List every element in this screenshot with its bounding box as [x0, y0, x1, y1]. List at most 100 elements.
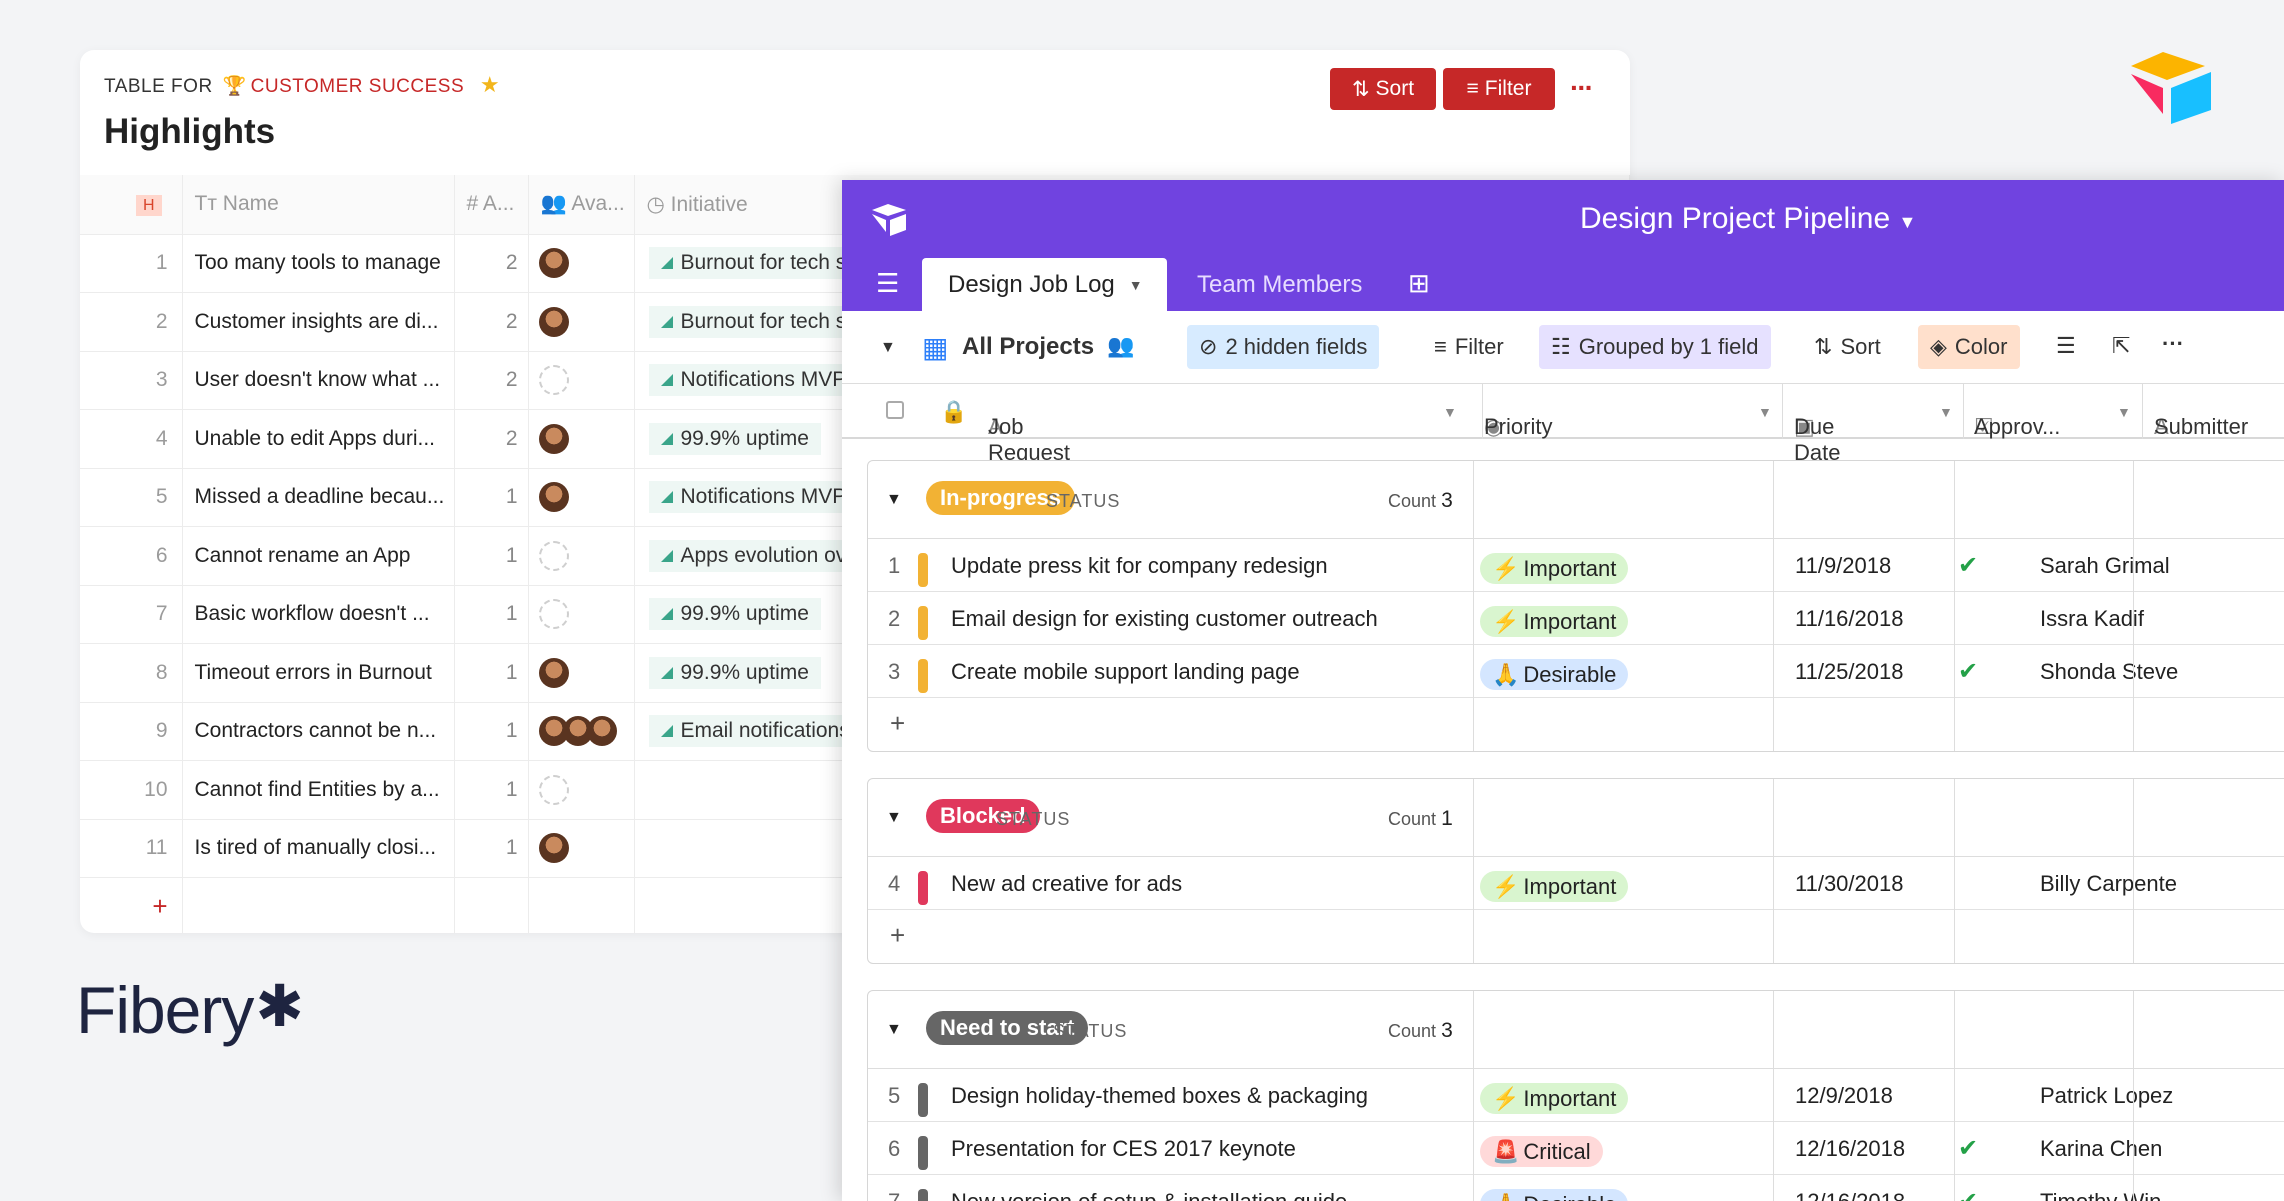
collapse-caret-icon[interactable]: ▼	[886, 491, 902, 509]
job-request-cell[interactable]: Email design for existing customer outre…	[951, 606, 1378, 632]
more-menu-button[interactable]: ···	[1570, 72, 1594, 104]
record-row[interactable]: 1 Update press kit for company redesign ⚡ I…	[868, 539, 2284, 592]
empty-avatar[interactable]	[538, 365, 569, 396]
row-avatars[interactable]	[528, 526, 635, 586]
add-row-button[interactable]: +	[80, 877, 183, 933]
more-options-icon[interactable]: ···	[2162, 331, 2184, 357]
col-header-h[interactable]: H	[80, 175, 183, 235]
color-button[interactable]: ◈ Color	[1918, 325, 2020, 369]
initiative-tag[interactable]: Burnout for tech st	[648, 247, 865, 280]
avatar[interactable]	[538, 248, 569, 279]
sort-button[interactable]: ⇅ Sort	[1330, 68, 1436, 110]
view-caret-icon[interactable]: ▼	[880, 339, 896, 357]
avatar[interactable]	[538, 423, 569, 454]
priority-tag[interactable]: 🙏Desirable	[1480, 1189, 1629, 1201]
row-avatars[interactable]	[528, 585, 635, 644]
row-name[interactable]: Too many tools to manage	[182, 234, 455, 293]
due-date-cell[interactable]: 12/9/2018	[1795, 1083, 1893, 1109]
grouped-button[interactable]: ☷ Grouped by 1 field	[1539, 325, 1771, 369]
row-count[interactable]: 1	[454, 643, 529, 703]
collapse-caret-icon[interactable]: ▼	[886, 1021, 902, 1039]
initiative-tag[interactable]: Email notifications	[648, 715, 862, 748]
record-row[interactable]: 5 Design holiday-themed boxes & packaging…	[868, 1069, 2284, 1122]
job-request-cell[interactable]: Update press kit for company redesign	[951, 553, 1328, 579]
collapse-caret-icon[interactable]: ▼	[886, 809, 902, 827]
avatar[interactable]	[538, 306, 569, 337]
row-count[interactable]: 1	[454, 526, 529, 586]
due-date-cell[interactable]: 11/9/2018	[1795, 553, 1891, 579]
submitter-cell[interactable]: Billy Carpente	[2040, 871, 2177, 897]
sort-button[interactable]: ⇅ Sort	[1802, 325, 1893, 369]
record-row[interactable]: 4 New ad creative for ads ⚡ Important 11/30/…	[868, 857, 2284, 910]
initiative-tag[interactable]: Apps evolution ove	[648, 539, 870, 572]
avatar[interactable]	[538, 833, 569, 864]
record-row[interactable]: 7 New version of setup & installation gui…	[868, 1175, 2284, 1201]
row-name[interactable]: User doesn't know what ...	[182, 351, 455, 410]
row-avatars[interactable]	[528, 468, 635, 527]
submitter-cell[interactable]: Timothy Win	[2040, 1189, 2161, 1201]
due-date-cell[interactable]: 12/16/2018	[1795, 1189, 1905, 1201]
row-name[interactable]: Is tired of manually closi...	[182, 819, 455, 878]
row-name[interactable]: Customer insights are di...	[182, 292, 455, 352]
row-avatars[interactable]	[528, 292, 635, 352]
group-header[interactable]: ▼ Blocked STATUS Count 1	[868, 779, 2284, 857]
hamburger-menu-icon[interactable]: ☰	[876, 268, 899, 299]
row-avatars[interactable]	[528, 409, 635, 469]
filter-button[interactable]: ≡ Filter	[1443, 68, 1555, 110]
select-all-checkbox[interactable]	[886, 401, 904, 419]
submitter-cell[interactable]: Issra Kadif	[2040, 606, 2144, 632]
tab-team-members[interactable]: Team Members	[1197, 258, 1362, 311]
empty-avatar[interactable]	[538, 599, 569, 630]
job-request-cell[interactable]: New ad creative for ads	[951, 871, 1182, 897]
share-view-icon[interactable]: ⇱	[2112, 333, 2130, 359]
record-row[interactable]: 2 Email design for existing customer outr…	[868, 592, 2284, 645]
row-name[interactable]: Unable to edit Apps duri...	[182, 409, 455, 469]
row-count[interactable]: 2	[454, 351, 529, 410]
initiative-tag[interactable]: Notifications MVP	[648, 364, 859, 397]
record-row[interactable]: 3 Create mobile support landing page 🙏 Desi…	[868, 645, 2284, 698]
star-icon[interactable]: ★	[480, 72, 500, 97]
view-name[interactable]: All Projects	[962, 333, 1094, 361]
add-record-icon[interactable]: +	[890, 708, 905, 739]
priority-tag[interactable]: ⚡ Important	[1480, 606, 1629, 637]
row-count[interactable]: 2	[454, 292, 529, 352]
submitter-cell[interactable]: Patrick Lopez	[2040, 1083, 2173, 1109]
due-date-cell[interactable]: 11/30/2018	[1795, 871, 1903, 897]
col-job-caret-icon[interactable]: ▼	[1443, 404, 1457, 420]
col-header-count[interactable]: # A...	[454, 175, 529, 235]
row-count[interactable]: 1	[454, 585, 529, 644]
initiative-tag[interactable]: Burnout for tech st	[648, 305, 865, 338]
job-request-cell[interactable]: Design holiday-themed boxes & packaging	[951, 1083, 1368, 1109]
initiative-tag[interactable]: 99.9% uptime	[648, 598, 821, 631]
priority-tag[interactable]: 🙏Desirable	[1480, 659, 1629, 690]
row-height-icon[interactable]: ☰	[2056, 333, 2076, 359]
initiative-tag[interactable]: 99.9% uptime	[648, 656, 821, 689]
initiative-tag[interactable]: Notifications MVP	[648, 481, 859, 514]
airtable-mark-icon[interactable]	[870, 202, 910, 238]
group-header[interactable]: ▼ In-progress STATUS Count 3	[868, 461, 2284, 539]
row-avatars[interactable]	[528, 234, 635, 293]
col-priority-caret-icon[interactable]: ▼	[1758, 404, 1772, 420]
filter-button[interactable]: ≡ Filter	[1422, 325, 1516, 369]
approved-check-icon[interactable]: ✔	[1958, 551, 1978, 580]
col-due-caret-icon[interactable]: ▼	[1939, 404, 1953, 420]
avatar[interactable]	[586, 716, 617, 747]
row-avatars[interactable]	[528, 819, 635, 878]
row-avatars[interactable]	[528, 702, 635, 761]
row-name[interactable]: Basic workflow doesn't ...	[182, 585, 455, 644]
approved-check-icon[interactable]: ✔	[1958, 1134, 1978, 1163]
row-count[interactable]: 1	[454, 702, 529, 761]
record-row[interactable]: 6 Presentation for CES 2017 keynote 🚨 Criti…	[868, 1122, 2284, 1175]
priority-tag[interactable]: ⚡ Important	[1480, 871, 1629, 902]
row-count[interactable]: 1	[454, 760, 529, 820]
hidden-fields-button[interactable]: ⊘ 2 hidden fields	[1187, 325, 1380, 369]
row-count[interactable]: 1	[454, 819, 529, 878]
row-name[interactable]: Timeout errors in Burnout	[182, 643, 455, 703]
due-date-cell[interactable]: 11/25/2018	[1795, 659, 1903, 685]
job-request-cell[interactable]: New version of setup & installation guid…	[951, 1189, 1347, 1201]
add-record-row[interactable]: +	[868, 910, 2284, 963]
due-date-cell[interactable]: 12/16/2018	[1795, 1136, 1905, 1162]
empty-avatar[interactable]	[538, 774, 569, 805]
tab-caret-icon[interactable]: ▼	[1129, 277, 1143, 293]
submitter-cell[interactable]: Shonda Steve	[2040, 659, 2178, 685]
